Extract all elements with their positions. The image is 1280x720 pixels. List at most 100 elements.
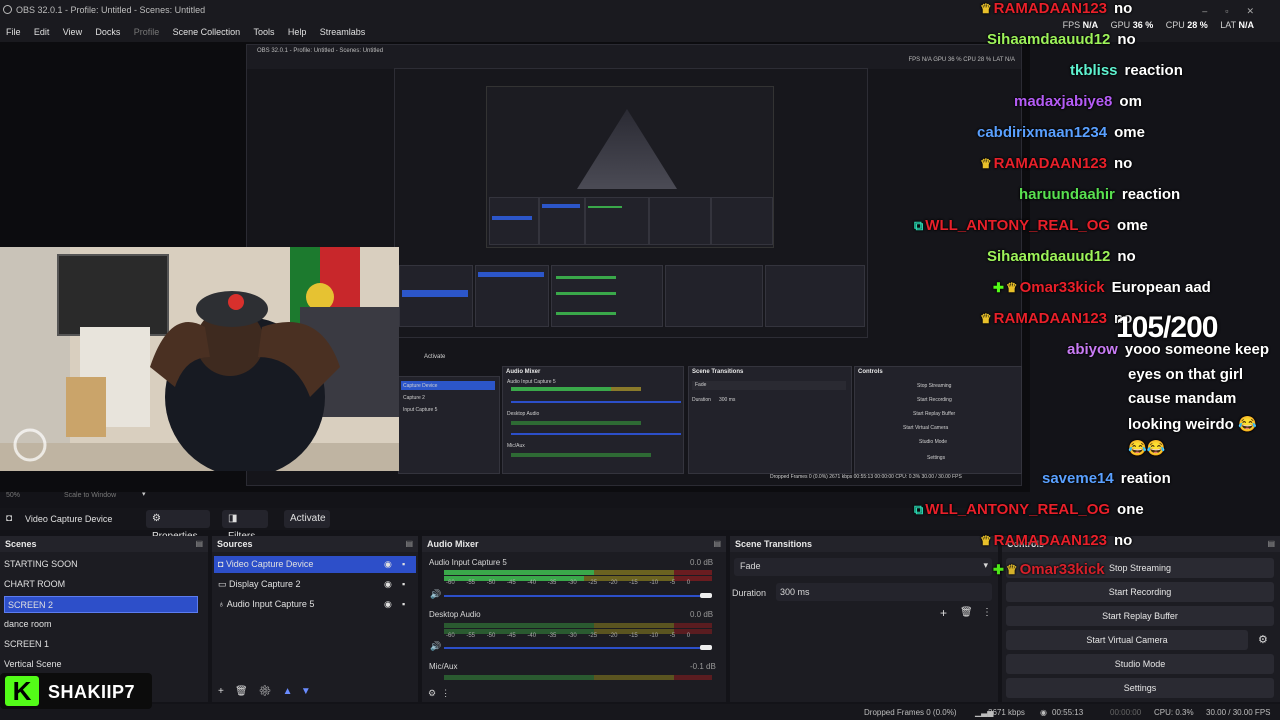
menu-scene-collection[interactable]: Scene Collection bbox=[173, 27, 241, 37]
scene-transitions-dock: Scene Transitions Fade ▾ Duration 300 ms… bbox=[730, 536, 998, 702]
move-down-icon[interactable]: ▼ bbox=[301, 686, 311, 697]
crown-badge-icon: ♛ bbox=[980, 311, 992, 326]
more-icon[interactable]: ⋮ bbox=[982, 607, 992, 618]
transitions-header: Scene Transitions bbox=[730, 536, 998, 552]
chat-text: ome bbox=[1114, 124, 1145, 141]
gpu-label: GPU bbox=[1110, 20, 1131, 30]
scene-item[interactable]: dance room bbox=[4, 616, 52, 633]
properties-button[interactable]: ⚙ Properties bbox=[146, 510, 210, 542]
chat-message: ✚ ♛ Omar33kick European aad bbox=[993, 279, 1211, 296]
nested-status: Dropped Frames 0 (0.0%) 2671 kbps 00:55:… bbox=[770, 474, 962, 480]
scale-mode[interactable]: Scale to Window bbox=[64, 492, 116, 499]
nested2-meter-2 bbox=[556, 292, 616, 295]
studio-mode-button[interactable]: Studio Mode bbox=[1006, 654, 1274, 674]
lock-icon[interactable]: ▪ bbox=[402, 576, 405, 593]
scene-item[interactable]: CHART ROOM bbox=[4, 576, 65, 593]
chat-text: no bbox=[1117, 248, 1136, 265]
nested2-meter-3 bbox=[556, 312, 616, 315]
nested-btn-5: Studio Mode bbox=[919, 439, 948, 445]
volume-knob[interactable] bbox=[700, 593, 712, 598]
scenes-header: Scenes ▤ bbox=[0, 536, 208, 552]
chat-username: Sihaamdaauud12 bbox=[987, 31, 1111, 48]
scene-item[interactable]: STARTING SOON bbox=[4, 556, 78, 573]
start-virtual-camera-button[interactable]: Start Virtual Camera bbox=[1006, 630, 1248, 650]
duration-input[interactable]: 300 ms bbox=[776, 583, 992, 601]
lock-icon[interactable]: ▪ bbox=[402, 556, 405, 573]
duration-label: Duration bbox=[732, 588, 767, 598]
source-item[interactable]: ♁ Audio Input Capture 5 ◉ ▪ bbox=[214, 596, 416, 613]
scene-item[interactable]: SCREEN 1 bbox=[4, 636, 49, 653]
nested-duration-value: 300 ms bbox=[719, 397, 736, 403]
minimize-icon[interactable]: – bbox=[1202, 6, 1225, 16]
menu-profile[interactable]: Profile bbox=[134, 27, 160, 37]
eye-icon[interactable]: ◉ bbox=[384, 556, 392, 573]
nested-source-3: Input Capture 5 bbox=[403, 407, 438, 413]
dock-menu-icon[interactable]: ▤ bbox=[195, 539, 203, 548]
menu-help[interactable]: Help bbox=[288, 27, 307, 37]
trash-icon[interactable]: 🗑 bbox=[235, 686, 248, 697]
menu-docks[interactable]: Docks bbox=[95, 27, 120, 37]
move-up-icon[interactable]: ▲ bbox=[283, 686, 293, 697]
lock-icon[interactable]: ▪ bbox=[402, 596, 405, 613]
nested-activate: Activate bbox=[424, 354, 446, 360]
nested-meter-2 bbox=[511, 421, 641, 425]
speaker-icon[interactable]: 🔊 bbox=[430, 589, 441, 600]
nested-duration-label: Duration bbox=[692, 397, 711, 403]
source-label: Video Capture Device bbox=[225, 559, 314, 569]
filters-button[interactable]: ◨ Filters bbox=[222, 510, 268, 542]
start-replay-buffer-button[interactable]: Start Replay Buffer bbox=[1006, 606, 1274, 626]
dock-menu-icon[interactable]: ▤ bbox=[405, 539, 413, 548]
trash-icon[interactable]: 🗑 bbox=[960, 607, 973, 618]
add-icon[interactable]: + bbox=[218, 686, 224, 697]
window-controls[interactable]: –▫✕ bbox=[1202, 6, 1272, 17]
chat-username: Sihaamdaauud12 bbox=[987, 248, 1111, 265]
recording-time: 00:00:00 bbox=[1110, 708, 1142, 717]
fps-value: N/A bbox=[1082, 20, 1099, 30]
nested-btn-4: Start Virtual Camera bbox=[903, 425, 949, 431]
eye-icon[interactable]: ◉ bbox=[384, 596, 392, 613]
menu-file[interactable]: File bbox=[6, 27, 21, 37]
meter-ticks: -60 -55 -50 -45 -40 -35 -30 -25 -20 -15 … bbox=[446, 580, 691, 586]
volume-slider[interactable] bbox=[444, 595, 706, 597]
crown-badge-icon: ♛ bbox=[1005, 280, 1018, 295]
gear-icon[interactable]: ⚙ bbox=[1258, 633, 1268, 646]
source-item-selected[interactable]: ◘ Video Capture Device ◉ ▪ bbox=[214, 556, 416, 573]
source-label: Audio Input Capture 5 bbox=[226, 599, 315, 609]
start-recording-button[interactable]: Start Recording bbox=[1006, 582, 1274, 602]
volume-slider[interactable] bbox=[444, 647, 706, 649]
nested2-source-sel bbox=[478, 272, 544, 277]
gear-icon[interactable]: ⚙ bbox=[259, 686, 272, 697]
volume-knob[interactable] bbox=[700, 645, 712, 650]
eye-icon[interactable]: ◉ bbox=[384, 576, 392, 593]
menu-edit[interactable]: Edit bbox=[34, 27, 50, 37]
transition-select[interactable]: Fade ▾ bbox=[734, 558, 992, 576]
channel-db: 0.0 dB bbox=[690, 610, 714, 619]
stream-status-icon: ◉ bbox=[1040, 708, 1047, 717]
settings-button[interactable]: Settings bbox=[1006, 678, 1274, 698]
nested-meter-1-y bbox=[611, 387, 641, 391]
speaker-icon[interactable]: 🔊 bbox=[430, 641, 441, 652]
source-item[interactable]: ▭ Display Capture 2 ◉ ▪ bbox=[214, 576, 416, 593]
menu-streamlabs[interactable]: Streamlabs bbox=[320, 27, 366, 37]
dock-menu-icon[interactable]: ▤ bbox=[1267, 539, 1275, 548]
zoom-level[interactable]: 50% bbox=[6, 492, 20, 499]
menu-view[interactable]: View bbox=[63, 27, 82, 37]
webcam-feed bbox=[0, 247, 399, 471]
camera-icon: ◘ bbox=[218, 559, 224, 569]
add-transition-icon[interactable]: + bbox=[940, 606, 947, 620]
chat-username: WLL_ANTONY_REAL_OG bbox=[925, 501, 1111, 518]
menu-tools[interactable]: Tools bbox=[254, 27, 275, 37]
maximize-icon[interactable]: ▫ bbox=[1225, 6, 1246, 16]
close-icon[interactable]: ✕ bbox=[1246, 6, 1272, 16]
dock-menu-icon[interactable]: ▤ bbox=[713, 539, 721, 548]
plus-badge-icon: ✚ bbox=[993, 562, 1004, 577]
scale-dropdown-icon[interactable]: ▾ bbox=[142, 490, 146, 498]
chat-text: 😂😂 bbox=[1128, 440, 1166, 457]
scene-item[interactable]: Vertical Scene bbox=[4, 656, 62, 673]
crown-badge-icon: ♛ bbox=[980, 1, 992, 16]
sources-dock: Sources ▤ ◘ Video Capture Device ◉ ▪ ▭ Dis… bbox=[212, 536, 418, 702]
mixer-settings-icon[interactable]: ⚙ ⋮ bbox=[428, 688, 450, 699]
fps-label: FPS bbox=[1062, 20, 1081, 30]
activate-button[interactable]: Activate bbox=[284, 510, 330, 528]
scene-item-selected[interactable]: SCREEN 2 bbox=[4, 596, 198, 613]
